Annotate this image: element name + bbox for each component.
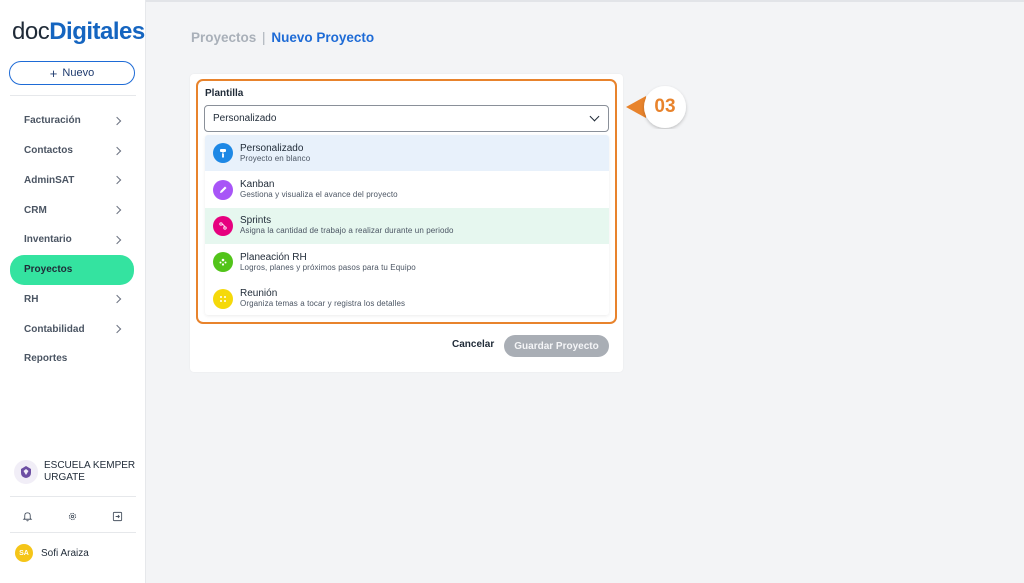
logo-part-digitales: Digitales <box>49 18 145 45</box>
avatar: SA <box>15 544 33 562</box>
chevron-right-icon <box>112 176 122 185</box>
top-border <box>146 0 1024 2</box>
bell-icon[interactable] <box>20 509 34 523</box>
chevron-right-icon <box>112 146 122 155</box>
logout-icon[interactable] <box>110 509 124 523</box>
breadcrumb: Proyectos | Nuevo Proyecto <box>191 30 374 45</box>
sidebar: docDigitales + Nuevo Facturación Contact… <box>0 0 146 583</box>
sidebar-item-contabilidad[interactable]: Contabilidad <box>10 314 134 344</box>
sidebar-item-adminsat[interactable]: AdminSAT <box>10 166 134 196</box>
sidebar-item-crm[interactable]: CRM <box>10 195 134 225</box>
sidebar-divider-org <box>10 496 136 497</box>
sidebar-item-reportes[interactable]: Reportes <box>10 344 134 374</box>
sidebar-item-label: Reportes <box>24 353 68 365</box>
sidebar-item-contactos[interactable]: Contactos <box>10 136 134 166</box>
sidebar-item-label: Facturación <box>24 115 81 127</box>
page-title: Nuevo Proyecto <box>271 30 375 45</box>
organization-switcher[interactable]: ESCUELA KEMPER URGATE <box>14 460 136 484</box>
sidebar-item-label: AdminSAT <box>24 174 75 186</box>
logo-part-doc: doc <box>12 18 50 45</box>
sidebar-nav: Facturación Contactos AdminSAT CRM Inven… <box>10 106 134 374</box>
new-button[interactable]: + Nuevo <box>9 61 135 85</box>
breadcrumb-parent[interactable]: Proyectos <box>191 30 256 45</box>
chevron-right-icon <box>112 235 122 245</box>
sidebar-item-label: CRM <box>24 204 47 216</box>
new-button-label: Nuevo <box>62 67 95 79</box>
school-crest-icon <box>14 460 38 484</box>
sidebar-item-proyectos[interactable]: Proyectos <box>10 254 134 285</box>
chevron-right-icon <box>112 295 122 304</box>
sidebar-item-label: RH <box>24 293 39 305</box>
brand-logo[interactable]: docDigitales <box>12 18 145 46</box>
sidebar-item-label: Proyectos <box>24 264 73 276</box>
tutorial-highlight-frame <box>196 79 617 324</box>
sidebar-item-label: Contabilidad <box>24 323 85 335</box>
chevron-right-icon <box>112 205 122 215</box>
sidebar-item-rh[interactable]: RH <box>10 285 134 315</box>
sidebar-tools <box>20 509 124 523</box>
gear-icon[interactable] <box>65 509 79 523</box>
plus-icon: + <box>49 65 58 81</box>
sidebar-divider-top <box>10 95 136 96</box>
save-project-button[interactable]: Guardar Proyecto <box>504 335 609 357</box>
sidebar-item-inventario[interactable]: Inventario <box>10 225 134 255</box>
sidebar-divider-user <box>10 532 136 533</box>
breadcrumb-separator: | <box>262 30 266 45</box>
user-profile[interactable]: SA Sofi Araiza <box>15 544 89 562</box>
user-name: Sofi Araiza <box>41 547 89 559</box>
step-number: 03 <box>654 96 676 117</box>
chevron-right-icon <box>112 324 122 334</box>
sidebar-item-label: Contactos <box>24 145 73 157</box>
organization-name: ESCUELA KEMPER URGATE <box>44 460 136 483</box>
cancel-button[interactable]: Cancelar <box>452 339 494 350</box>
sidebar-item-label: Inventario <box>24 234 72 246</box>
chevron-right-icon <box>112 116 122 126</box>
sidebar-item-facturacion[interactable]: Facturación <box>10 106 134 136</box>
